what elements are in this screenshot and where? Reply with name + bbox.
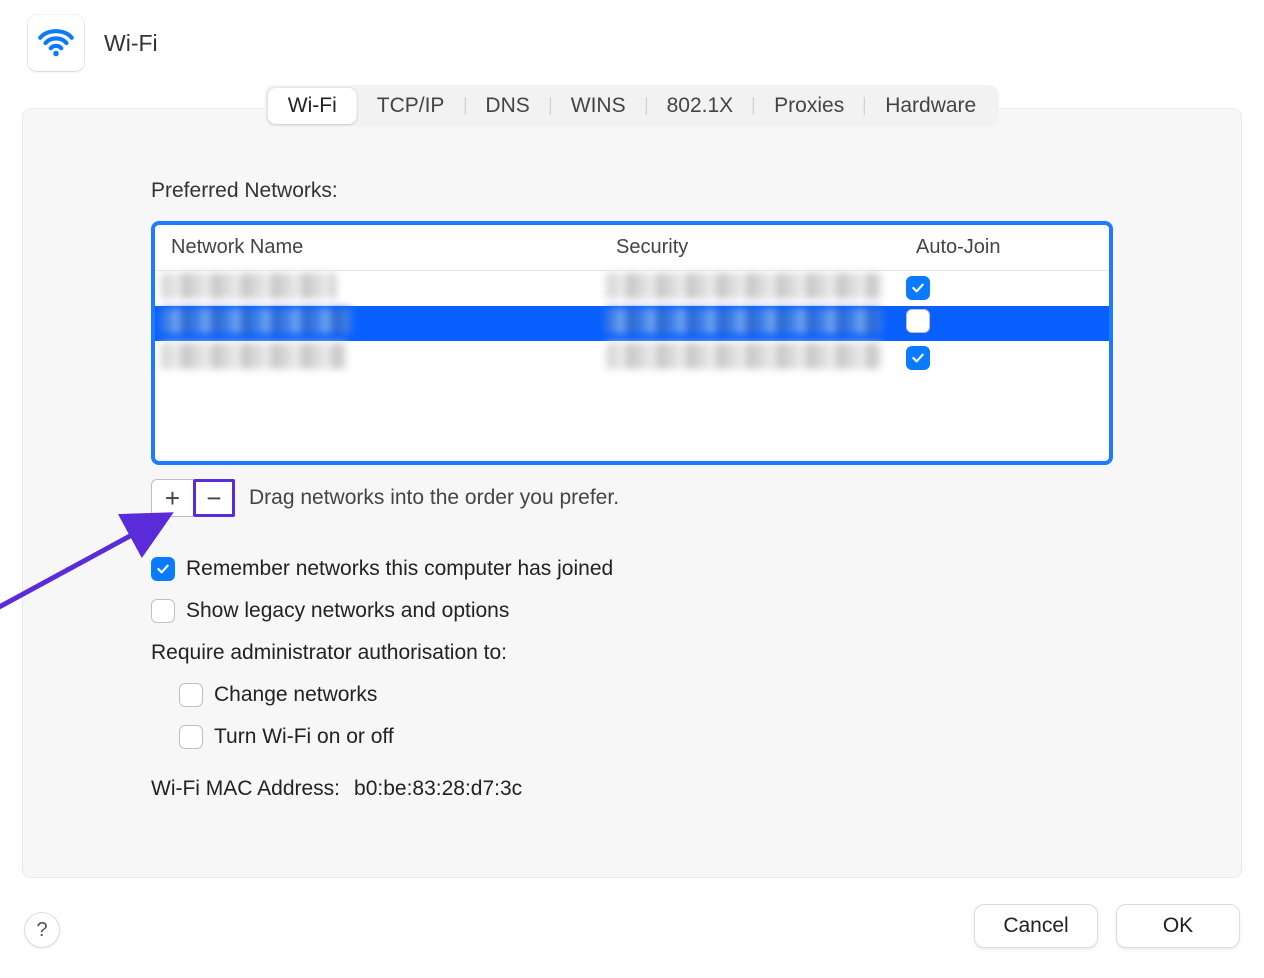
network-name-redacted: [161, 343, 346, 369]
auth-toggle-wifi-label: Turn Wi-Fi on or off: [214, 725, 394, 749]
security-redacted: [606, 343, 881, 369]
network-name-redacted: [161, 308, 351, 334]
tab-tcpip[interactable]: TCP/IP: [357, 88, 465, 124]
mac-address-label: Wi-Fi MAC Address:: [151, 777, 340, 801]
security-redacted: [606, 308, 881, 334]
table-row[interactable]: [155, 271, 1109, 306]
remember-networks-checkbox[interactable]: [151, 557, 175, 581]
preferred-networks-table[interactable]: Network Name Security Auto-Join: [151, 221, 1113, 465]
tab-label: WINS: [571, 94, 626, 117]
legacy-networks-checkbox[interactable]: [151, 599, 175, 623]
auth-change-networks-checkbox[interactable]: [179, 683, 203, 707]
help-icon: ?: [36, 919, 47, 942]
plus-icon: +: [165, 485, 180, 511]
page-title: Wi-Fi: [104, 30, 158, 57]
table-row[interactable]: [155, 341, 1109, 376]
security-redacted: [606, 273, 881, 299]
wifi-icon: [28, 15, 84, 71]
column-auto-join[interactable]: Auto-Join: [916, 236, 1093, 259]
tab-hardware[interactable]: Hardware: [865, 88, 996, 124]
network-name-redacted: [161, 273, 336, 299]
ok-button[interactable]: OK: [1116, 904, 1240, 948]
preferred-networks-label: Preferred Networks:: [151, 179, 1113, 203]
require-auth-label: Require administrator authorisation to:: [151, 641, 1113, 665]
cancel-button[interactable]: Cancel: [974, 904, 1098, 948]
tab-label: Hardware: [885, 94, 976, 117]
column-network-name[interactable]: Network Name: [171, 236, 616, 259]
auth-toggle-wifi-checkbox[interactable]: [179, 725, 203, 749]
tab-label: 802.1X: [667, 94, 734, 117]
column-security[interactable]: Security: [616, 236, 916, 259]
button-label: Cancel: [1003, 914, 1068, 938]
mac-address-value: b0:be:83:28:d7:3c: [354, 777, 522, 801]
button-label: OK: [1163, 914, 1193, 938]
tab-label: Wi-Fi: [288, 94, 337, 117]
remember-networks-label: Remember networks this computer has join…: [186, 557, 613, 581]
legacy-networks-label: Show legacy networks and options: [186, 599, 509, 623]
autojoin-checkbox[interactable]: [906, 309, 930, 333]
tab-8021x[interactable]: 802.1X: [647, 88, 754, 124]
remove-network-button[interactable]: −: [193, 479, 235, 517]
help-button[interactable]: ?: [24, 912, 60, 948]
reorder-hint: Drag networks into the order you prefer.: [249, 486, 619, 510]
tab-label: TCP/IP: [377, 94, 445, 117]
add-network-button[interactable]: +: [151, 479, 193, 517]
auth-change-networks-label: Change networks: [214, 683, 377, 707]
table-row[interactable]: [155, 306, 1109, 341]
content-panel: Preferred Networks: Network Name Securit…: [22, 108, 1242, 878]
tab-wins[interactable]: WINS: [551, 88, 646, 124]
autojoin-checkbox[interactable]: [906, 276, 930, 300]
autojoin-checkbox[interactable]: [906, 346, 930, 370]
tab-label: DNS: [485, 94, 529, 117]
tab-proxies[interactable]: Proxies: [754, 88, 864, 124]
tab-label: Proxies: [774, 94, 844, 117]
tab-bar: Wi-Fi TCP/IP DNS WINS 802.1X Proxies Har…: [265, 85, 999, 127]
tab-dns[interactable]: DNS: [465, 88, 549, 124]
minus-icon: −: [206, 485, 221, 511]
tab-wifi[interactable]: Wi-Fi: [268, 88, 357, 124]
